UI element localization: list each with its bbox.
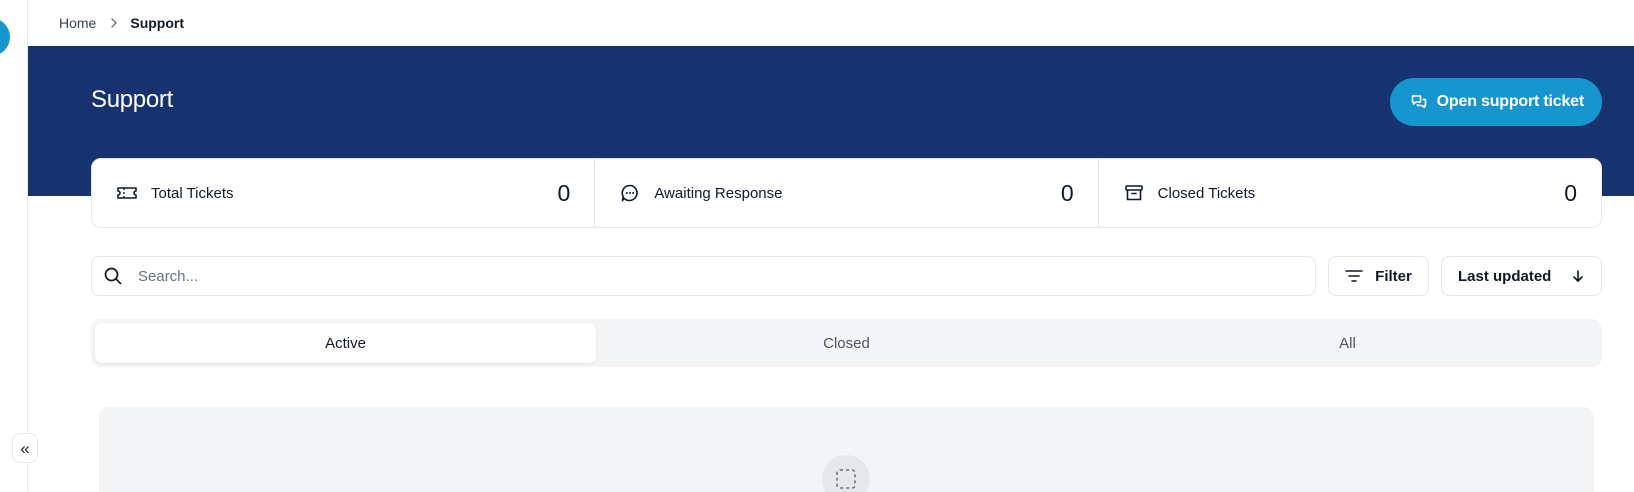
arrow-down-icon [1571, 269, 1585, 283]
avatar[interactable] [0, 18, 10, 56]
ticket-stats: Total Tickets 0 Awaiting Response 0 Clos… [91, 158, 1602, 228]
search-input[interactable] [138, 267, 1315, 285]
sort-label: Last updated [1458, 267, 1552, 285]
sort-dropdown[interactable]: Last updated [1441, 256, 1602, 296]
sidebar: « [0, 0, 38, 492]
filter-icon [1345, 269, 1363, 283]
stat-awaiting-response: Awaiting Response 0 [595, 159, 1099, 227]
stat-label: Total Tickets [151, 184, 234, 202]
open-support-ticket-label: Open support ticket [1436, 93, 1585, 110]
tab-closed[interactable]: Closed [596, 323, 1097, 363]
search-box [91, 256, 1316, 296]
page-title: Support [91, 86, 173, 113]
empty-state-icon-wrapper [822, 455, 870, 492]
stat-label: Awaiting Response [654, 184, 783, 202]
tab-all[interactable]: All [1097, 323, 1598, 363]
breadcrumb-home-link[interactable]: Home [59, 15, 96, 31]
filter-label: Filter [1375, 267, 1412, 285]
stat-total-tickets: Total Tickets 0 [92, 159, 596, 227]
empty-state [99, 407, 1594, 492]
stat-value: 0 [557, 179, 571, 206]
search-toolbar: Filter Last updated [91, 256, 1602, 296]
stat-label: Closed Tickets [1157, 184, 1256, 202]
chat-bubble-icon [619, 182, 641, 204]
archive-icon [1123, 182, 1145, 204]
breadcrumb: Home Support [28, 0, 1634, 46]
ticket-icon [116, 182, 138, 204]
open-support-ticket-button[interactable]: Open support ticket [1389, 78, 1602, 126]
filter-button[interactable]: Filter [1328, 256, 1429, 296]
ticket-tabs: Active Closed All [91, 319, 1602, 367]
collapse-sidebar-button[interactable]: « [12, 433, 38, 463]
chevron-right-icon [110, 17, 118, 29]
tab-active[interactable]: Active [95, 323, 596, 363]
stat-value: 0 [1564, 179, 1577, 206]
breadcrumb-current: Support [130, 15, 185, 31]
stat-closed-tickets: Closed Tickets 0 [1099, 159, 1601, 227]
chat-bubbles-icon [1410, 93, 1428, 111]
double-chevron-left-icon: « [20, 438, 30, 458]
stat-value: 0 [1060, 179, 1074, 206]
search-icon [102, 265, 124, 287]
dashed-square-icon [835, 468, 857, 490]
